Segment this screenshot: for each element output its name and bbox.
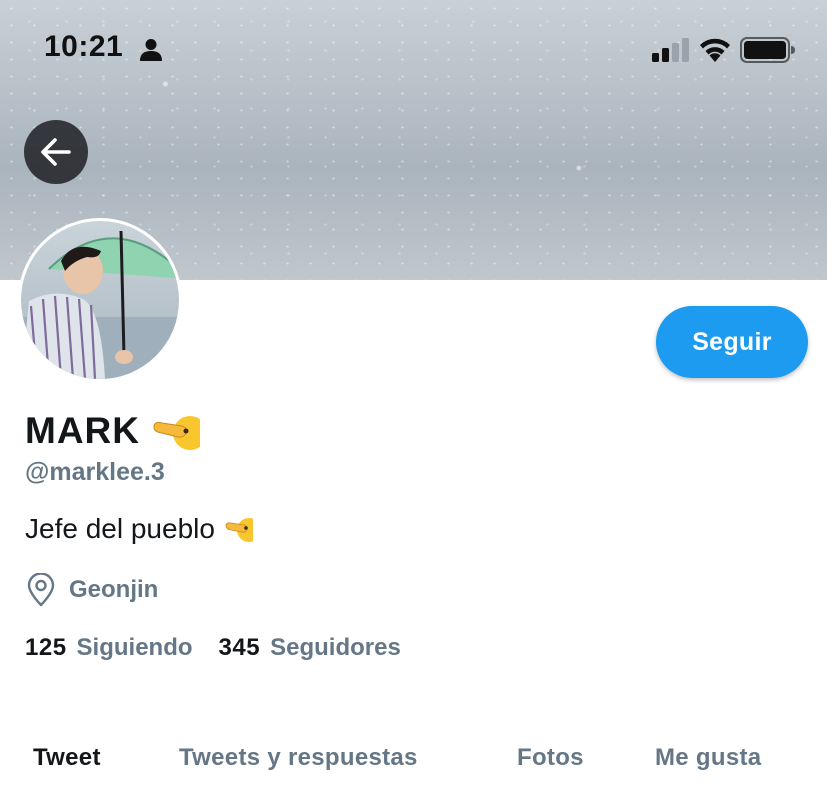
tab-photos[interactable]: Fotos	[517, 744, 584, 772]
signal-icon	[652, 38, 689, 62]
avatar[interactable]	[18, 218, 182, 382]
user-handle: @marklee.3	[25, 458, 165, 486]
tab-tweets-replies[interactable]: Tweets y respuestas	[179, 744, 418, 772]
tab-tweet[interactable]: Tweet	[33, 744, 101, 772]
avatar-photo	[21, 221, 179, 379]
profile-tabs: Tweet Tweets y respuestas Fotos Me gusta	[0, 744, 827, 788]
bio-text: Jefe del pueblo	[25, 513, 215, 544]
location-pin-icon	[27, 573, 55, 607]
profile-page: 10:21 Seguir MARK @marklee.3 Jefe del pu…	[0, 0, 827, 798]
location-text: Geonjin	[69, 576, 159, 603]
display-name-row: MARK	[25, 408, 200, 454]
follow-stats: 125 Siguiendo 345 Seguidores	[25, 630, 401, 666]
back-button[interactable]	[24, 120, 88, 184]
followers-count: 345	[218, 634, 261, 661]
followers-link[interactable]: Seguidores	[270, 634, 401, 662]
person-icon	[140, 39, 162, 61]
wifi-icon	[700, 38, 730, 62]
battery-icon	[740, 37, 795, 63]
location-row: Geonjin	[25, 572, 158, 608]
pointing-left-emoji-icon	[225, 518, 253, 542]
status-time: 10:21	[44, 30, 124, 63]
tab-likes[interactable]: Me gusta	[655, 744, 761, 772]
follow-button[interactable]: Seguir	[656, 306, 808, 378]
pointing-left-emoji-icon	[153, 416, 200, 450]
following-link[interactable]: Siguiendo	[77, 634, 193, 662]
display-name: MARK	[25, 410, 140, 451]
following-count: 125	[25, 634, 67, 661]
bio-row: Jefe del pueblo	[25, 510, 253, 548]
arrow-left-icon	[41, 138, 71, 166]
